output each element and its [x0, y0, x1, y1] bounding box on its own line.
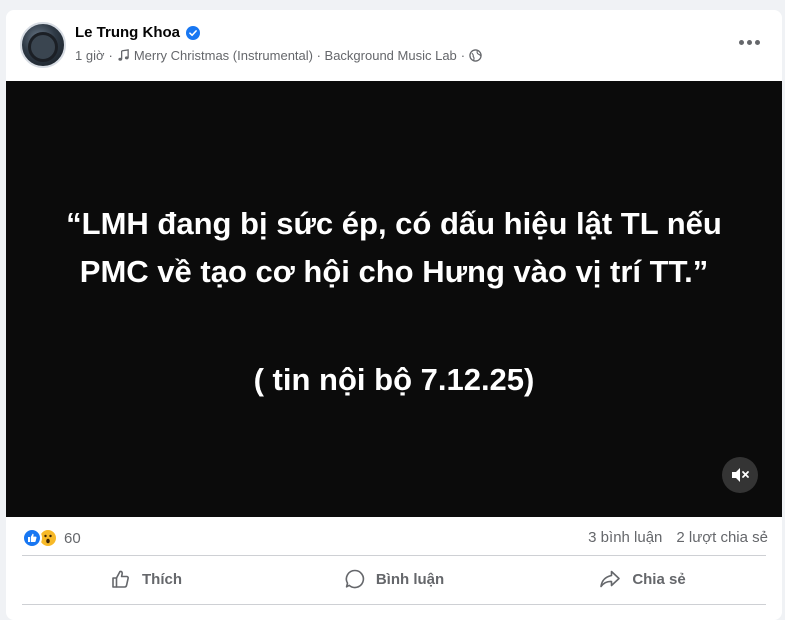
- author-name: Le Trung Khoa: [75, 24, 180, 41]
- globe-icon: [469, 49, 482, 62]
- divider: [22, 604, 766, 605]
- post-actions: Thích Bình luận Chia sẻ: [22, 558, 766, 600]
- comment-count[interactable]: 3 bình luận: [588, 529, 662, 546]
- divider: [22, 555, 766, 556]
- post-stats: 60 3 bình luận 2 lượt chia sẻ: [6, 523, 782, 563]
- comment-label: Bình luận: [375, 570, 445, 588]
- share-arrow-icon: [600, 570, 621, 588]
- dot: [738, 39, 744, 45]
- author-name-link[interactable]: Le Trung Khoa: [75, 24, 200, 41]
- share-label: Chia sẻ: [632, 570, 686, 588]
- like-reaction-icon: [22, 528, 42, 548]
- dot: [754, 39, 760, 45]
- more-options-button[interactable]: [736, 32, 762, 52]
- share-button[interactable]: Chia sẻ: [518, 558, 766, 600]
- meta-separator: ·: [460, 48, 466, 63]
- author-avatar[interactable]: [20, 22, 66, 68]
- reaction-count: 60: [64, 529, 81, 547]
- meta-separator: ·: [108, 48, 113, 63]
- video-quote-text: “LMH đang bị sức ép, có dấu hiệu lật TL …: [66, 206, 722, 289]
- verified-badge-icon: [186, 25, 200, 40]
- like-label: Thích: [142, 570, 182, 588]
- post-card: Le Trung Khoa 1 giờ · Merry Christmas (I…: [6, 10, 782, 620]
- comment-bubble-icon: [345, 569, 364, 589]
- post-meta: 1 giờ · Merry Christmas (Instrumental) ·…: [75, 48, 482, 63]
- post-time[interactable]: 1 giờ: [75, 48, 105, 63]
- music-title[interactable]: Merry Christmas (Instrumental) · Backgro…: [134, 48, 457, 63]
- comment-button[interactable]: Bình luận: [270, 558, 518, 600]
- share-count[interactable]: 2 lượt chia sẻ: [676, 529, 768, 546]
- speaker-muted-icon: [732, 468, 749, 482]
- mute-button[interactable]: [722, 457, 758, 493]
- engagement-counts: 3 bình luận 2 lượt chia sẻ: [588, 529, 768, 546]
- like-button[interactable]: Thích: [22, 558, 270, 600]
- post-header: Le Trung Khoa 1 giờ · Merry Christmas (I…: [6, 10, 782, 80]
- music-note-icon: [118, 49, 129, 61]
- reactions-summary[interactable]: 60: [22, 528, 81, 548]
- thumbs-up-icon: [112, 570, 129, 588]
- video-source-text: ( tin nội bộ 7.12.25): [253, 362, 535, 397]
- video-player[interactable]: “LMH đang bị sức ép, có dấu hiệu lật TL …: [6, 81, 782, 517]
- dot: [746, 39, 752, 45]
- avatar-image: [28, 32, 58, 62]
